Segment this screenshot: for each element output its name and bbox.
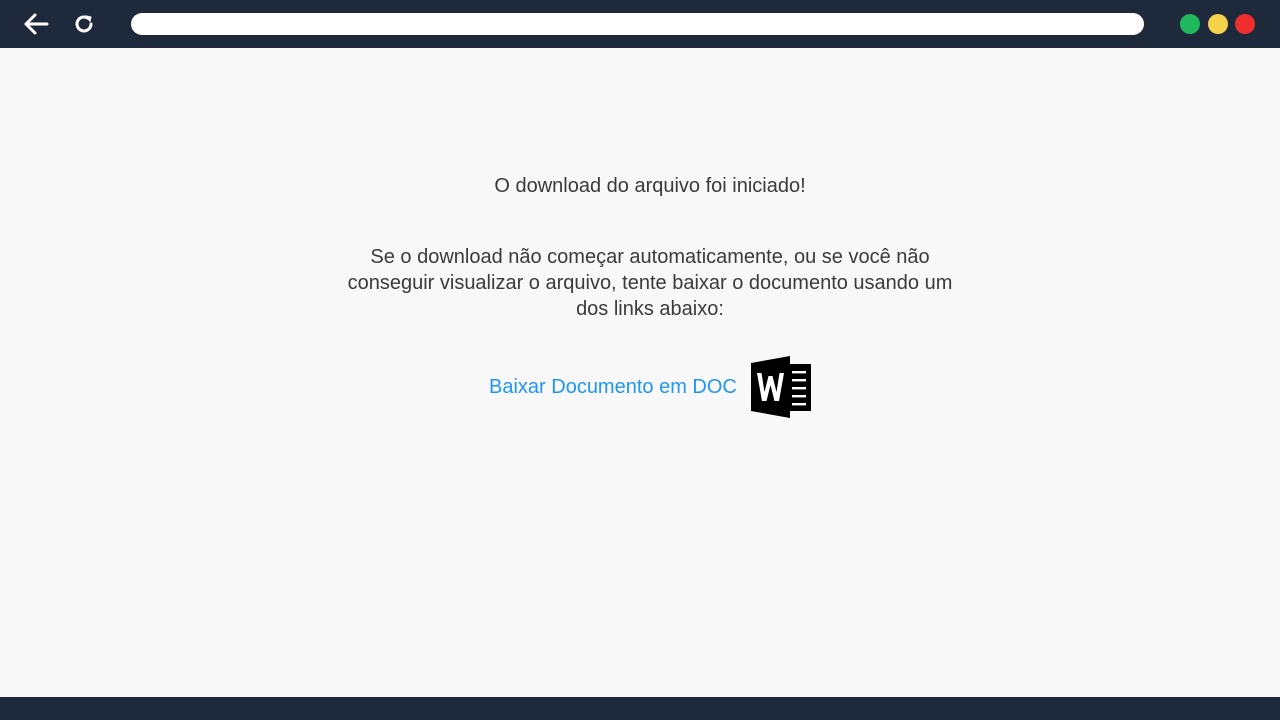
bottom-bar (0, 697, 1280, 720)
arrow-left-icon (24, 13, 49, 35)
instructions-text: Se o download não começar automaticament… (347, 246, 953, 320)
window-control-red[interactable] (1235, 14, 1255, 34)
window-control-green[interactable] (1180, 14, 1200, 34)
reload-button[interactable] (70, 10, 98, 38)
word-document-icon[interactable] (750, 356, 813, 418)
download-started-heading: O download do arquivo foi iniciado! (494, 175, 806, 197)
browser-toolbar (0, 0, 1280, 48)
back-button[interactable] (22, 10, 50, 38)
window-control-yellow[interactable] (1208, 14, 1228, 34)
reload-icon (75, 15, 93, 33)
address-bar[interactable] (131, 13, 1144, 35)
download-links: Baixar Documento em DOC (489, 356, 813, 418)
page-content: O download do arquivo foi iniciado! Se o… (0, 48, 1280, 697)
download-doc-link[interactable]: Baixar Documento em DOC (489, 376, 737, 399)
